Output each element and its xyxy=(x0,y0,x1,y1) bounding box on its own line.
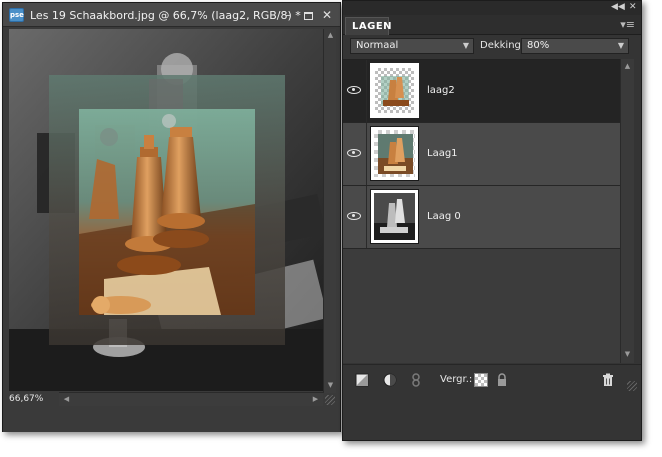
opacity-field[interactable]: 80% ▼ xyxy=(521,38,629,54)
new-layer-icon[interactable] xyxy=(355,373,369,387)
trash-icon[interactable] xyxy=(601,373,615,387)
resize-grip-icon[interactable] xyxy=(627,381,637,391)
scroll-left-icon[interactable]: ◀ xyxy=(61,394,72,405)
layer-name[interactable]: laag2 xyxy=(427,85,455,96)
layer-thumbnail xyxy=(370,63,419,118)
document-titlebar[interactable]: pse Les 19 Schaakbord.jpg @ 66,7% (laag2… xyxy=(3,3,340,27)
resize-grip-icon[interactable] xyxy=(325,395,335,405)
layer-row-laag-0[interactable]: Laag 0 xyxy=(343,186,620,249)
close-icon[interactable]: ✕ xyxy=(319,7,335,23)
close-panel-icon[interactable]: ✕ xyxy=(629,2,637,12)
document-title: Les 19 Schaakbord.jpg @ 66,7% (laag2, RG… xyxy=(30,9,301,22)
document-window: pse Les 19 Schaakbord.jpg @ 66,7% (laag2… xyxy=(2,2,341,432)
horizontal-scrollbar[interactable]: ◀ ▶ xyxy=(59,392,323,406)
scroll-up-icon[interactable]: ▲ xyxy=(622,61,633,72)
scroll-down-icon[interactable]: ▼ xyxy=(325,380,336,391)
blend-mode-value: Normaal xyxy=(356,40,399,51)
app-icon: pse xyxy=(9,8,24,22)
minimize-icon[interactable]: – xyxy=(280,7,296,23)
panel-topbar: ◀◀ ✕ xyxy=(343,1,641,15)
panel-menu-icon[interactable]: ▾≡ xyxy=(620,18,635,31)
opacity-value: 80% xyxy=(527,40,550,51)
eye-icon xyxy=(347,212,361,220)
zoom-level[interactable]: 66,67% xyxy=(9,393,57,406)
layer-name[interactable]: Laag1 xyxy=(427,148,458,159)
lock-icon[interactable] xyxy=(495,373,509,387)
layer-thumbnail xyxy=(370,189,419,244)
layer-row-laag1[interactable]: Laag1 xyxy=(343,123,620,186)
collapse-panel-icon[interactable]: ◀◀ xyxy=(611,2,625,12)
layers-panel: ◀◀ ✕ LAGEN ▾≡ Normaal ▼ Dekking: 80% ▼ l… xyxy=(342,0,642,441)
scroll-down-icon[interactable]: ▼ xyxy=(622,349,633,360)
layer-thumbnail xyxy=(370,126,419,181)
eye-icon xyxy=(347,86,361,94)
chevron-down-icon: ▼ xyxy=(462,41,469,50)
chess-image xyxy=(9,29,323,391)
scroll-right-icon[interactable]: ▶ xyxy=(310,394,321,405)
vertical-scrollbar[interactable]: ▲ ▼ xyxy=(323,29,336,393)
lock-label: Vergr.: xyxy=(440,374,473,385)
maximize-icon[interactable] xyxy=(300,7,316,23)
eye-icon xyxy=(347,149,361,157)
lock-transparency-icon[interactable] xyxy=(474,373,488,387)
layer-row-laag2[interactable]: laag2 xyxy=(343,60,620,123)
blend-mode-select[interactable]: Normaal ▼ xyxy=(350,38,474,54)
image-canvas[interactable] xyxy=(9,29,323,391)
panel-tabstrip: LAGEN ▾≡ xyxy=(343,15,641,35)
tab-lagen[interactable]: LAGEN xyxy=(345,17,392,35)
layer-name[interactable]: Laag 0 xyxy=(427,211,461,222)
visibility-toggle[interactable] xyxy=(343,60,367,122)
document-footer xyxy=(3,407,340,432)
visibility-toggle[interactable] xyxy=(343,186,367,248)
chevron-down-icon[interactable]: ▼ xyxy=(618,39,624,53)
opacity-label: Dekking: xyxy=(480,40,525,51)
layers-list: laag2 Laag1 Laag 0 xyxy=(343,59,620,363)
visibility-toggle[interactable] xyxy=(343,123,367,185)
link-layers-icon[interactable] xyxy=(409,373,423,387)
adjustment-layer-icon[interactable] xyxy=(383,373,397,387)
layers-scrollbar[interactable]: ▲ ▼ xyxy=(620,59,634,363)
layers-toolbar: Vergr.: xyxy=(343,364,641,394)
layer-controls: Normaal ▼ Dekking: 80% ▼ xyxy=(343,36,641,56)
scroll-up-icon[interactable]: ▲ xyxy=(325,30,336,41)
